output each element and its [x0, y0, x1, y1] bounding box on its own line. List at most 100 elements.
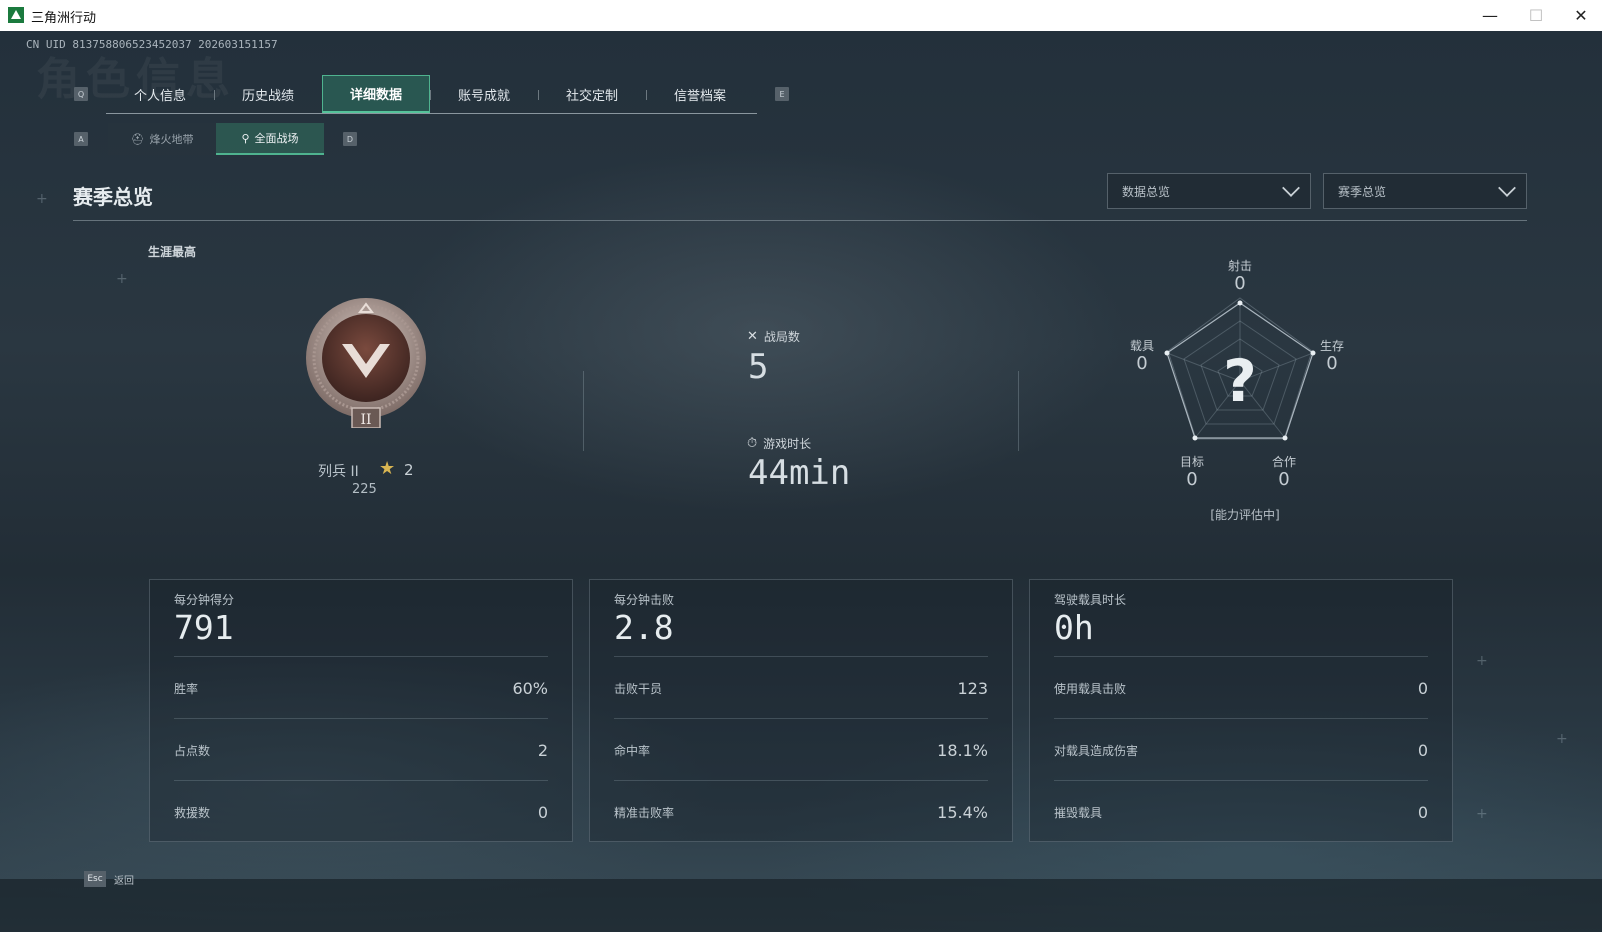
- row-value: 2: [537, 740, 548, 760]
- divider: [583, 371, 584, 451]
- radar-value-objective: 0: [1186, 469, 1198, 490]
- tab-match-history[interactable]: 历史战绩: [214, 75, 322, 113]
- tab-credit-record[interactable]: 信誉档案: [646, 75, 754, 113]
- section-title: 赛季总览: [73, 185, 153, 209]
- prev-subtab-key-hint[interactable]: A: [74, 132, 88, 146]
- playtime-label-group: ⏱ 游戏时长: [747, 435, 811, 452]
- season-scope-value: 赛季总览: [1338, 184, 1387, 199]
- radar-label-objective: 目标: [1179, 455, 1204, 469]
- radar-value-survival: 0: [1326, 353, 1338, 374]
- minimize-button[interactable]: —: [1467, 0, 1513, 31]
- subtab-warfare-label: 全面战场: [254, 132, 299, 145]
- radar-value-shooting: 0: [1234, 273, 1246, 294]
- sub-tabs: ⛑ 烽火地带 ⚲ 全面战场: [108, 123, 324, 155]
- playtime-label: 游戏时长: [763, 437, 812, 451]
- maximize-button[interactable]: ☐: [1513, 0, 1559, 31]
- card-row: 摧毁载具 0: [1054, 780, 1428, 843]
- card-row: 精准击败率 15.4%: [614, 780, 988, 843]
- subtab-operations-label: 烽火地带: [149, 133, 194, 146]
- row-value: 0: [1417, 802, 1428, 822]
- decor-plus-icon: +: [1556, 731, 1568, 747]
- decor-plus-icon: +: [1476, 653, 1488, 669]
- radar-label-vehicle: 载具: [1129, 339, 1154, 353]
- stat-card-kills: 每分钟击败 2.8 击败干员 123 命中率 18.1% 精准击败率 15.4%: [589, 579, 1013, 842]
- rank-badge: II: [302, 296, 430, 429]
- game-screen: 角色信息 CN UID 813758806523452037 202603151…: [0, 31, 1602, 932]
- footer-bar: [0, 879, 1602, 932]
- row-label: 使用载具击败: [1054, 681, 1127, 696]
- next-subtab-key-hint[interactable]: D: [343, 132, 357, 146]
- row-value: 123: [957, 678, 988, 698]
- stat-card-vehicle: 驾驶载具时长 0h 使用载具击败 0 对载具造成伤害 0 摧毁载具 0: [1029, 579, 1453, 842]
- stopwatch-icon: ⏱: [747, 436, 758, 451]
- radar-label-survival: 生存: [1319, 339, 1344, 353]
- card-row: 占点数 2: [174, 718, 548, 781]
- card-row: 命中率 18.1%: [614, 718, 988, 781]
- playtime-value: 44min: [748, 453, 851, 493]
- card-head-value: 791: [174, 608, 234, 647]
- matches-value: 5: [748, 347, 769, 387]
- helmet-icon: ⛑: [130, 132, 145, 146]
- card-head-label: 每分钟得分: [174, 593, 235, 607]
- card-head-label: 驾驶载具时长: [1054, 593, 1127, 607]
- player-uid: CN UID 813758806523452037 202603151157: [26, 38, 278, 51]
- row-label: 胜率: [174, 681, 199, 696]
- antenna-icon: ⚲: [241, 131, 250, 145]
- matches-label-group: ✕ 战局数: [747, 328, 800, 345]
- tab-detailed-data[interactable]: 详细数据: [322, 75, 430, 113]
- row-value: 60%: [512, 678, 548, 698]
- tab-social-custom[interactable]: 社交定制: [538, 75, 646, 113]
- window-title: 三角洲行动: [31, 11, 97, 26]
- card-row: 对载具造成伤害 0: [1054, 718, 1428, 781]
- radar-web: ?: [1164, 300, 1316, 441]
- row-label: 摧毁载具: [1054, 805, 1103, 820]
- card-head-value: 0h: [1054, 608, 1094, 647]
- window-titlebar: 三角洲行动 — ☐ ✕: [0, 0, 1602, 32]
- row-label: 命中率: [614, 743, 651, 758]
- card-head-label: 每分钟击败: [614, 593, 675, 607]
- radar-value-teamwork: 0: [1278, 469, 1290, 490]
- row-value: 0: [1417, 678, 1428, 698]
- radar-label-teamwork: 合作: [1271, 455, 1296, 469]
- data-scope-value: 数据总览: [1122, 184, 1171, 199]
- card-row: 救援数 0: [174, 780, 548, 843]
- data-scope-dropdown[interactable]: 数据总览: [1107, 173, 1311, 209]
- career-best-label: 生涯最高: [148, 245, 197, 259]
- row-value: 0: [537, 802, 548, 822]
- card-row: 胜率 60%: [174, 656, 548, 719]
- row-value: 15.4%: [937, 802, 988, 822]
- section-divider: [73, 220, 1527, 221]
- row-label: 对载具造成伤害: [1054, 743, 1139, 758]
- radar-unknown-mark: ?: [1223, 347, 1257, 415]
- tab-personal-info[interactable]: 个人信息: [106, 75, 214, 113]
- decor-plus-icon: +: [116, 271, 128, 287]
- rank-numeral: II: [360, 412, 371, 428]
- subtab-operations[interactable]: ⛑ 烽火地带: [108, 123, 216, 155]
- card-row: 击败干员 123: [614, 656, 988, 719]
- main-tabs: 个人信息 历史战绩 详细数据 账号成就 社交定制 信誉档案: [106, 75, 757, 114]
- subtab-warfare[interactable]: ⚲ 全面战场: [216, 123, 324, 155]
- rank-points: 225: [352, 482, 377, 497]
- tab-achievements[interactable]: 账号成就: [430, 75, 538, 113]
- radar-value-vehicle: 0: [1136, 353, 1148, 374]
- back-label[interactable]: 返回: [114, 872, 134, 887]
- radar-status: [能力评估中]: [1210, 508, 1280, 522]
- divider: [1018, 371, 1019, 451]
- matches-label: 战局数: [763, 330, 800, 344]
- row-value: 18.1%: [937, 740, 988, 760]
- stat-card-score: 每分钟得分 791 胜率 60% 占点数 2 救援数 0: [149, 579, 573, 842]
- row-label: 击败干员: [614, 681, 663, 696]
- close-button[interactable]: ✕: [1558, 0, 1602, 31]
- next-tab-key-hint[interactable]: E: [775, 87, 789, 101]
- decor-plus-icon: +: [1476, 806, 1488, 822]
- star-icon: ★: [379, 458, 396, 479]
- app-logo-icon: [8, 7, 24, 23]
- prev-tab-key-hint[interactable]: Q: [74, 87, 88, 101]
- row-label: 占点数: [174, 743, 211, 758]
- crossed-swords-icon: ✕: [747, 329, 758, 344]
- season-scope-dropdown[interactable]: 赛季总览: [1323, 173, 1527, 209]
- rank-stars-count: 2: [404, 461, 414, 479]
- esc-key-hint[interactable]: Esc: [84, 871, 106, 887]
- row-value: 0: [1417, 740, 1428, 760]
- card-row: 使用载具击败 0: [1054, 656, 1428, 719]
